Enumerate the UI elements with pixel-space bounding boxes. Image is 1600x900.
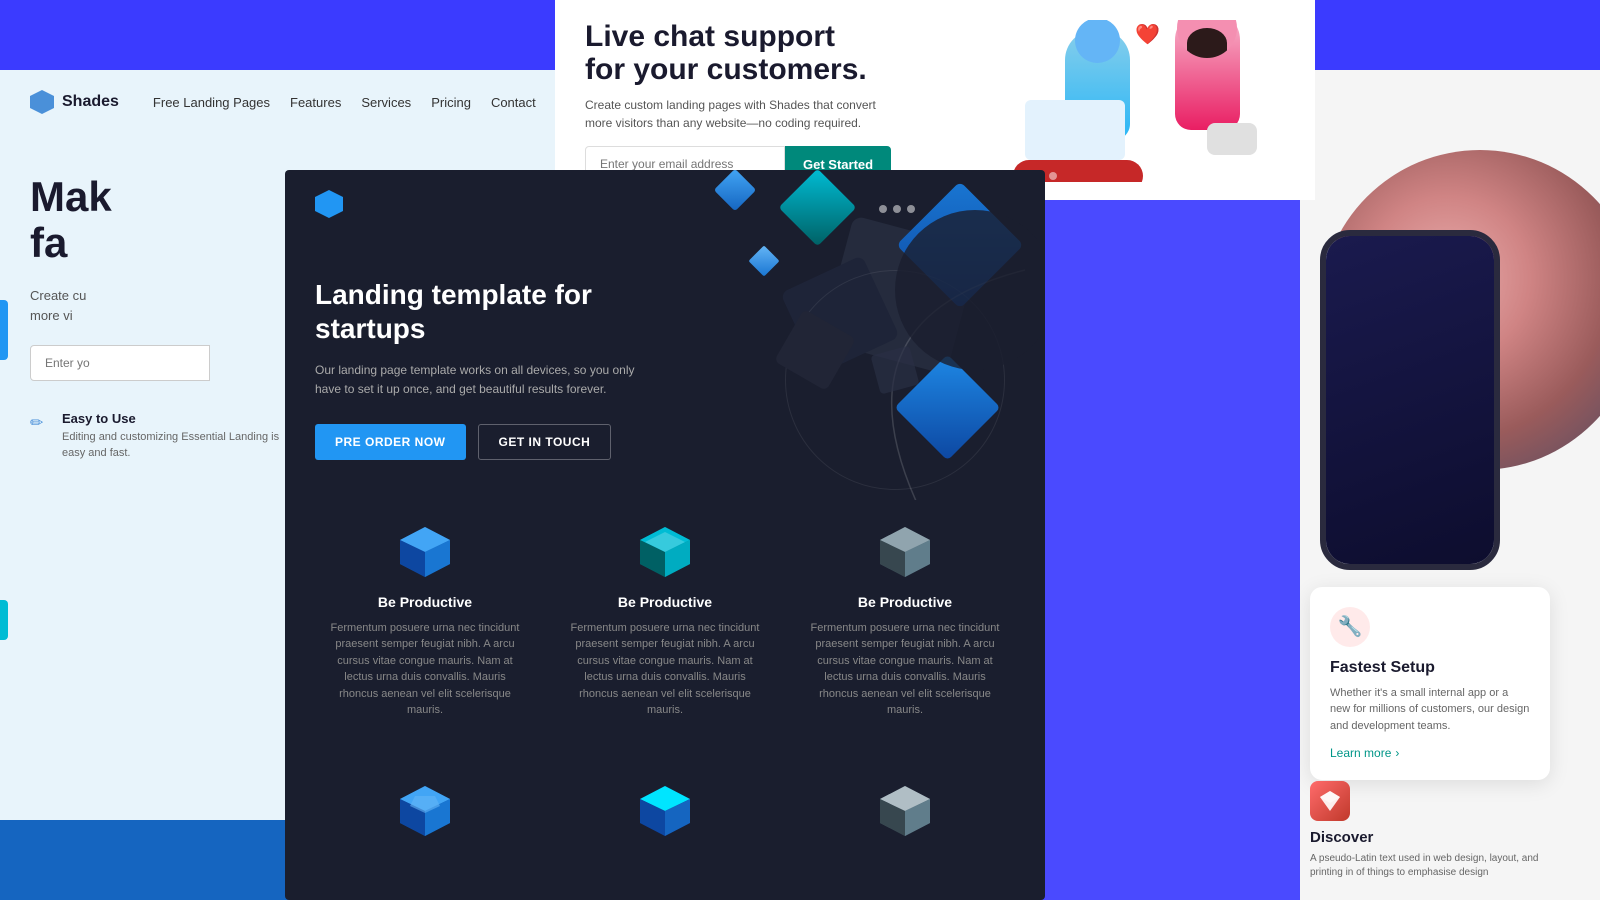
icon-shape-4 (395, 781, 455, 836)
feature-icon-4 (390, 779, 460, 839)
gem-icon (1318, 789, 1342, 813)
discover-desc: A pseudo-Latin text used in web design, … (1310, 852, 1560, 880)
card-fastest-desc: Whether it's a small internal app or a n… (1330, 685, 1530, 735)
shades-logo-icon (30, 90, 54, 114)
feature-title-2: Be Productive (565, 594, 765, 610)
feature-desc-2: Fermentum posuere urna nec tincidunt pra… (565, 620, 765, 719)
phone-screen-bg (1326, 236, 1494, 564)
features-grid-row1: Be Productive Fermentum posuere urna nec… (285, 480, 1045, 759)
pencil-icon: ✏ (30, 413, 50, 433)
nav-link-services[interactable]: Services (361, 95, 411, 110)
feature-desc-3: Fermentum posuere urna nec tincidunt pra… (805, 620, 1005, 719)
person-hair (1187, 28, 1227, 58)
phone-mockup (1320, 230, 1500, 570)
nav-link-landing[interactable]: Free Landing Pages (153, 95, 270, 110)
feature-title-3: Be Productive (805, 594, 1005, 610)
heart-icon: ❤️ (1135, 22, 1160, 47)
icon-shape-3 (875, 522, 935, 577)
center-cta-buttons: PRE ORDER NOW GET IN TOUCH (315, 424, 1015, 460)
top-center-illustration: ❤️ (1005, 20, 1285, 182)
top-center-subtitle: Create custom landing pages with Shades … (585, 96, 975, 132)
center-main-content: Landing template for startups Our landin… (285, 238, 1045, 480)
feature-icon-2 (630, 520, 700, 580)
center-main-desc: Our landing page template works on all d… (315, 361, 655, 399)
discover-section: Discover A pseudo-Latin text used in web… (1310, 781, 1560, 880)
discover-title: Discover (1310, 829, 1560, 846)
center-logo-icon (315, 190, 343, 218)
pre-order-button[interactable]: PRE ORDER NOW (315, 424, 466, 460)
tools-icon: 🔧 (1330, 607, 1370, 647)
top-center-title: Live chat supportfor your customers. (585, 20, 975, 86)
chat-bubble-gray (1207, 123, 1257, 155)
left-panel-title-text: Makfa (30, 173, 112, 266)
person-left-head (1075, 20, 1120, 63)
feature-title-1: Be Productive (325, 594, 525, 610)
feature-card-2: Be Productive Fermentum posuere urna nec… (555, 510, 775, 729)
feature-icon-5 (630, 779, 700, 839)
left-scroll-indicator-bottom (0, 600, 8, 640)
top-center-text-block: Live chat supportfor your customers. Cre… (585, 20, 975, 182)
icon-shape-6 (875, 781, 935, 836)
feature-card-6 (795, 769, 1015, 863)
panel-center-startup: Landing template for startups Our landin… (285, 170, 1045, 900)
icon-shape-2 (635, 522, 695, 577)
feature-card-1: Be Productive Fermentum posuere urna nec… (315, 510, 535, 729)
panel-right: 🔧 Fastest Setup Whether it's a small int… (1300, 70, 1600, 900)
feature-icon-3 (870, 520, 940, 580)
card-fastest-title: Fastest Setup (1330, 659, 1530, 677)
center-header (285, 170, 1045, 238)
left-panel-nav: Shades Free Landing Pages Features Servi… (0, 70, 570, 134)
nav-links: Free Landing Pages Features Services Pri… (153, 95, 536, 110)
learn-more-link[interactable]: Learn more › (1330, 746, 1530, 760)
nav-link-pricing[interactable]: Pricing (431, 95, 471, 110)
left-panel-subtitle: Create cumore vi (30, 286, 310, 325)
chat-illustration: ❤️ (1005, 20, 1265, 182)
icon-shape-5 (635, 781, 695, 836)
feature-icon-1 (390, 520, 460, 580)
arrow-right-icon: › (1395, 746, 1399, 760)
feature-icon-6 (870, 779, 940, 839)
feature-easy-title: Easy to Use (62, 411, 282, 426)
nav-logo-text: Shades (62, 93, 119, 111)
feature-desc-1: Fermentum posuere urna nec tincidunt pra… (325, 620, 525, 719)
icon-shape-1 (395, 522, 455, 577)
left-panel-email-input[interactable] (30, 345, 210, 381)
nav-logo: Shades (30, 90, 119, 114)
learn-more-text[interactable]: Learn more (1330, 746, 1391, 760)
center-main-title: Landing template for startups (315, 278, 655, 345)
features-grid-row2 (285, 759, 1045, 883)
left-scroll-indicator-top (0, 300, 8, 360)
nav-link-contact[interactable]: Contact (491, 95, 536, 110)
feature-easy-desc: Editing and customizing Essential Landin… (62, 430, 282, 461)
laptop-base (1025, 100, 1125, 160)
phone-screen (1326, 236, 1494, 564)
feature-card-5 (555, 769, 775, 863)
get-in-touch-button[interactable]: GET IN TOUCH (478, 424, 612, 460)
feature-card-4 (315, 769, 535, 863)
feature-card-3: Be Productive Fermentum posuere urna nec… (795, 510, 1015, 729)
nav-link-features[interactable]: Features (290, 95, 341, 110)
fastest-setup-card: 🔧 Fastest Setup Whether it's a small int… (1310, 587, 1550, 781)
feature-easy-text: Easy to Use Editing and customizing Esse… (62, 411, 282, 461)
discover-icon (1310, 781, 1350, 821)
